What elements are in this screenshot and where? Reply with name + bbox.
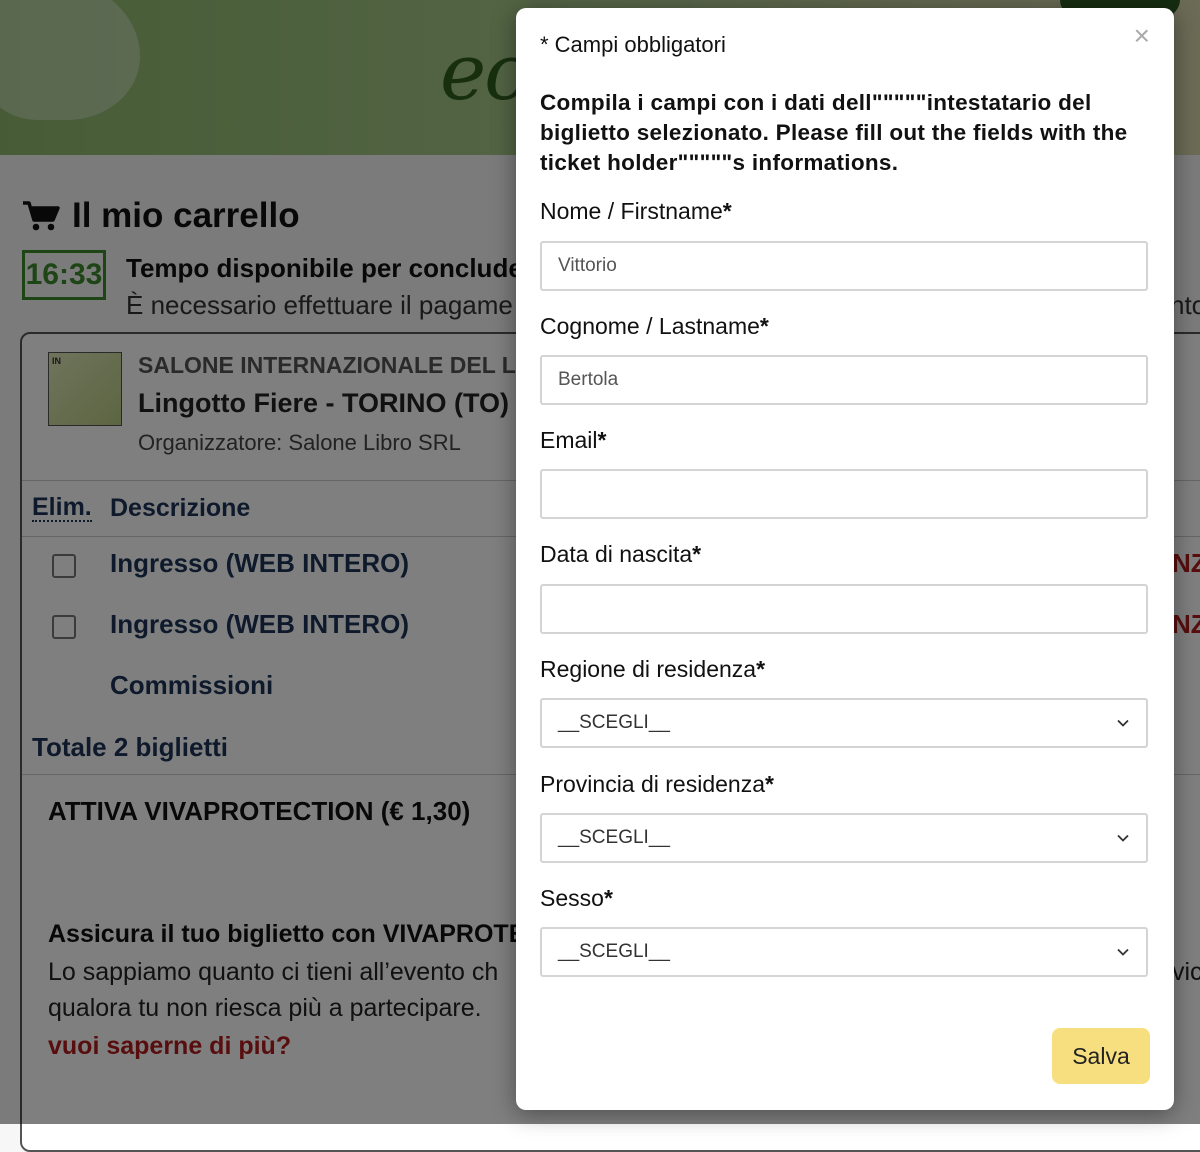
province-selected-value: __SCEGLI__ xyxy=(558,827,670,848)
close-icon[interactable]: × xyxy=(1134,22,1150,50)
chevron-down-icon xyxy=(1117,719,1129,727)
ticket-holder-modal: × * Campi obbligatori Compila i campi co… xyxy=(516,8,1174,1110)
province-select[interactable]: __SCEGLI__ xyxy=(540,813,1148,863)
firstname-label: Nome / Firstname* xyxy=(540,198,732,224)
region-label: Regione di residenza* xyxy=(540,656,766,682)
lastname-label: Cognome / Lastname* xyxy=(540,313,769,339)
firstname-input[interactable] xyxy=(540,241,1148,291)
email-input[interactable] xyxy=(540,469,1148,519)
chevron-down-icon xyxy=(1117,834,1129,842)
province-label: Provincia di residenza* xyxy=(540,771,774,797)
chevron-down-icon xyxy=(1117,948,1129,956)
save-button[interactable]: Salva xyxy=(1052,1028,1150,1084)
lastname-input[interactable] xyxy=(540,355,1148,405)
region-selected-value: __SCEGLI__ xyxy=(558,712,670,733)
required-fields-note: * Campi obbligatori xyxy=(540,32,726,57)
gender-select[interactable]: __SCEGLI__ xyxy=(540,927,1148,977)
email-label: Email* xyxy=(540,427,607,453)
birthdate-label: Data di nascita* xyxy=(540,541,702,567)
birthdate-input[interactable] xyxy=(540,584,1148,634)
gender-selected-value: __SCEGLI__ xyxy=(558,941,670,962)
gender-label: Sesso* xyxy=(540,885,613,911)
modal-instructions: Compila i campi con i dati dell"""""inte… xyxy=(540,90,1128,175)
region-select[interactable]: __SCEGLI__ xyxy=(540,698,1148,748)
